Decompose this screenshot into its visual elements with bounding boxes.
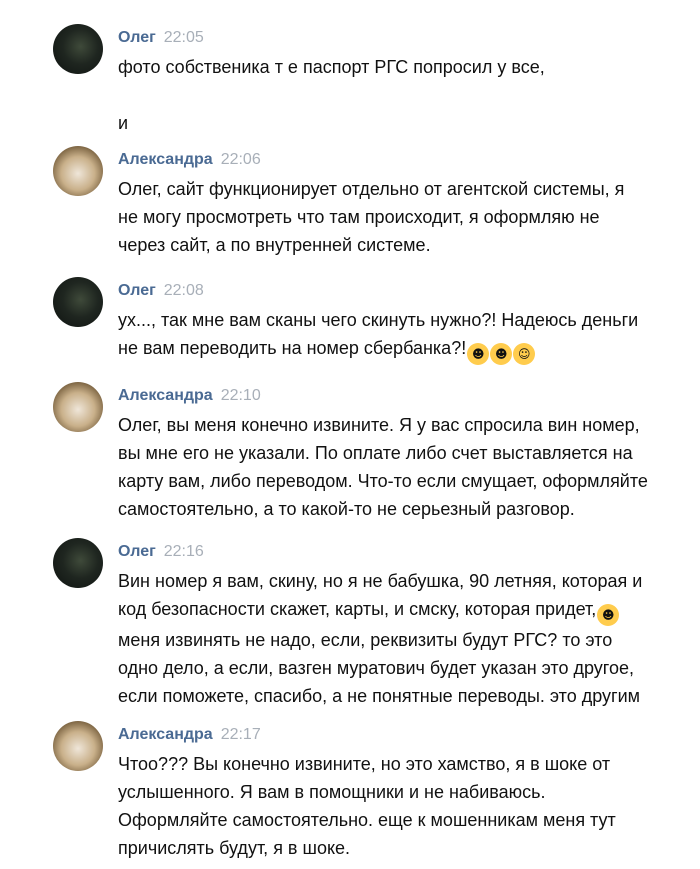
zany-face-emoji: ☻ bbox=[597, 604, 620, 626]
timestamp[interactable]: 22:16 bbox=[164, 543, 204, 560]
laughing-crying-emoji: ☻ bbox=[467, 343, 490, 365]
author-name[interactable]: Олег bbox=[118, 282, 156, 299]
author-name[interactable]: Олег bbox=[118, 29, 156, 46]
hugging-face-emoji: ☺ bbox=[513, 343, 536, 365]
message-text-part: меня извинять не надо, если, реквизиты б… bbox=[118, 630, 641, 706]
message-text-part: Вин номер я вам, скину, но я не бабушка,… bbox=[118, 571, 643, 619]
message-header: Олег 22:16 bbox=[118, 542, 204, 562]
message-text-body: ух..., так мне вам сканы чего скинуть ну… bbox=[118, 310, 639, 358]
timestamp[interactable]: 22:08 bbox=[164, 282, 204, 299]
message-text: фото собственика т е паспорт РГС попроси… bbox=[118, 57, 545, 133]
avatar[interactable] bbox=[53, 538, 103, 588]
message-header: Олег 22:05 bbox=[118, 28, 204, 48]
avatar[interactable] bbox=[53, 24, 103, 74]
avatar[interactable] bbox=[53, 146, 103, 196]
message-header: Александра 22:06 bbox=[118, 150, 261, 170]
message-text: ух..., так мне вам сканы чего скинуть ну… bbox=[118, 306, 678, 365]
message-header: Александра 22:10 bbox=[118, 386, 261, 406]
author-name[interactable]: Александра bbox=[118, 151, 213, 168]
timestamp[interactable]: 22:06 bbox=[221, 151, 261, 168]
message-header: Олег 22:08 bbox=[118, 281, 204, 301]
author-name[interactable]: Олег bbox=[118, 543, 156, 560]
timestamp[interactable]: 22:10 bbox=[221, 387, 261, 404]
timestamp[interactable]: 22:05 bbox=[164, 29, 204, 46]
author-name[interactable]: Александра bbox=[118, 726, 213, 743]
avatar[interactable] bbox=[53, 277, 103, 327]
message-text: Вин номер я вам, скину, но я не бабушка,… bbox=[118, 567, 678, 710]
avatar[interactable] bbox=[53, 382, 103, 432]
timestamp[interactable]: 22:17 bbox=[221, 726, 261, 743]
message-text: Олег, вы меня конечно извините. Я у вас … bbox=[118, 415, 648, 519]
message-header: Александра 22:17 bbox=[118, 725, 261, 745]
avatar[interactable] bbox=[53, 721, 103, 771]
face-screaming-emoji: ☻ bbox=[490, 343, 513, 365]
message-text: Чтоо??? Вы конечно извините, но это хамс… bbox=[118, 754, 616, 858]
message-text: Олег, сайт функционирует отдельно от аге… bbox=[118, 179, 625, 255]
author-name[interactable]: Александра bbox=[118, 387, 213, 404]
